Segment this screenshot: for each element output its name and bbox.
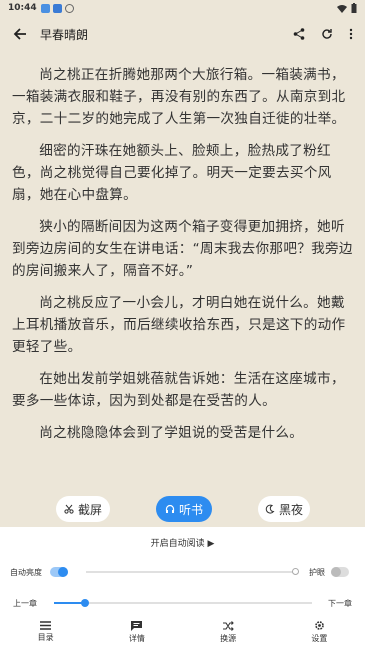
- paragraph: 尚之桃反应了一小会儿，才明白她在说什么。她戴上耳机播放音乐，而后继续收拾东西，只…: [12, 295, 346, 355]
- comment-icon: [131, 620, 143, 631]
- gear-icon: [315, 621, 324, 630]
- nav-label: 详情: [128, 633, 145, 643]
- brightness-label: 自动亮度: [10, 568, 42, 577]
- brightness-row: 自动亮度 护眼: [0, 563, 365, 581]
- more-vertical-icon[interactable]: [349, 28, 353, 40]
- arrow-left-icon: [13, 28, 26, 40]
- brightness-slider[interactable]: [86, 571, 298, 573]
- next-chapter-button[interactable]: 下一章: [328, 598, 352, 609]
- paragraph: 细密的汗珠在她额头上、脸颊上，脸热成了粉红色，尚之桃觉得自己要化掉了。明天一定要…: [12, 143, 332, 203]
- night-mode-button[interactable]: 黑夜: [258, 496, 310, 522]
- reader-settings-panel: 开启自动阅读 ▶ 自动亮度 护眼 上一章 下一章 目录 详情 换源 设置: [0, 527, 365, 650]
- top-bar: 早春晴朗: [0, 16, 365, 52]
- share-icon[interactable]: [293, 28, 305, 40]
- scissors-icon: [64, 504, 74, 514]
- refresh-icon[interactable]: [321, 28, 333, 40]
- menu-icon: [40, 621, 52, 630]
- nav-item-settings[interactable]: 设置: [274, 614, 365, 650]
- chapter-progress-slider[interactable]: [54, 602, 312, 604]
- eye-care-toggle[interactable]: [331, 567, 349, 577]
- chapter-row: 上一章 下一章: [0, 594, 365, 612]
- listen-button[interactable]: 听书: [156, 496, 212, 522]
- nav-label: 设置: [311, 634, 328, 643]
- paragraph: 狭小的隔断间因为这两个箱子变得更加拥挤，她听到旁边房间的女生在讲电话：“周末我去…: [12, 219, 353, 279]
- eye-care-label: 护眼: [309, 568, 325, 577]
- paragraph: 尚之桃隐隐体会到了学姐说的受苦是什么。: [39, 425, 304, 441]
- paragraph: 尚之桃正在折腾她那两个大旅行箱。一箱装满书，一箱装满衣服和鞋子，再没有别的东西了…: [12, 67, 346, 127]
- battery-icon: [351, 3, 357, 13]
- wifi-icon: [337, 4, 347, 13]
- status-time: 10:44: [8, 3, 37, 13]
- sync-icon: [64, 3, 74, 13]
- reader-content[interactable]: 尚之桃正在折腾她那两个大旅行箱。一箱装满书，一箱装满衣服和鞋子，再没有别的东西了…: [0, 52, 365, 532]
- bottom-nav: 目录 详情 换源 设置: [0, 614, 365, 650]
- night-mode-label: 黑夜: [278, 502, 303, 517]
- paragraph: 在她出发前学姐姚蓓就告诉她：生活在这座城市，要多一些体谅，因为到处都是在受苦的人…: [12, 371, 345, 409]
- screenshot-button[interactable]: 截屏: [56, 496, 110, 522]
- nav-label: 目录: [37, 633, 54, 642]
- moon-icon: [265, 504, 275, 514]
- page-title: 早春晴朗: [40, 27, 89, 42]
- auto-read-button[interactable]: 开启自动阅读 ▶: [0, 536, 365, 549]
- back-button[interactable]: [0, 27, 40, 41]
- prev-chapter-button[interactable]: 上一章: [13, 598, 37, 609]
- headphones-icon: [165, 504, 175, 513]
- nav-item-switch-source[interactable]: 换源: [183, 614, 274, 650]
- auto-brightness-toggle[interactable]: [50, 567, 68, 577]
- chapter-progress-handle[interactable]: [81, 599, 89, 607]
- status-bar: 10:44: [0, 0, 365, 16]
- nav-item-catalog[interactable]: 目录: [0, 614, 91, 650]
- download-icon: [52, 3, 62, 13]
- nav-label: 换源: [220, 633, 237, 643]
- screenshot-label: 截屏: [77, 502, 102, 517]
- app-notification-icon: [40, 3, 50, 13]
- brightness-slider-handle[interactable]: [292, 568, 299, 575]
- listen-label: 听书: [178, 502, 203, 517]
- nav-item-details[interactable]: 详情: [91, 614, 182, 650]
- shuffle-icon: [222, 620, 234, 631]
